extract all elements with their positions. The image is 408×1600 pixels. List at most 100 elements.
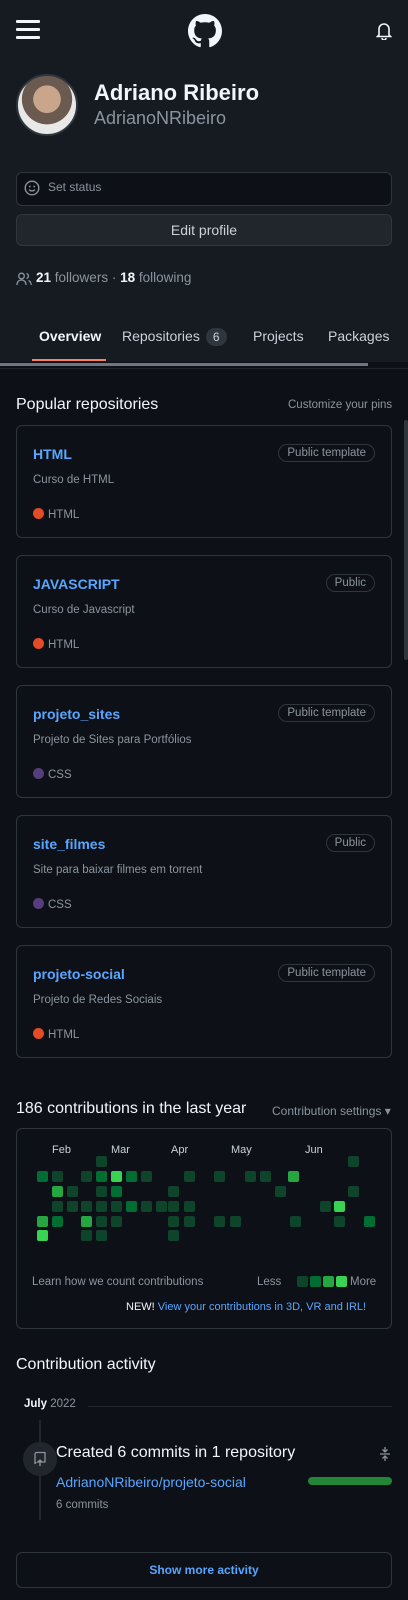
contribution-day-cell[interactable] (96, 1186, 107, 1197)
contribution-day-cell[interactable] (37, 1171, 48, 1182)
legend-level-4 (336, 1276, 347, 1287)
tab-repositories[interactable]: Repositories 6 (122, 328, 227, 346)
repo-name-link[interactable]: HTML (33, 446, 72, 462)
contribution-day-cell[interactable] (96, 1216, 107, 1227)
contribution-day-cell[interactable] (67, 1201, 78, 1212)
legend-level-2 (310, 1276, 321, 1287)
following-count[interactable]: 18 (120, 270, 135, 285)
contribution-day-cell[interactable] (81, 1230, 92, 1241)
hamburger-icon[interactable] (16, 20, 40, 40)
contribution-day-cell[interactable] (334, 1216, 345, 1227)
contribution-day-cell[interactable] (288, 1171, 299, 1182)
contribution-day-cell[interactable] (168, 1186, 179, 1197)
followers-label[interactable]: followers (55, 270, 108, 285)
contribution-day-cell[interactable] (141, 1171, 152, 1182)
following-label[interactable]: following (139, 270, 192, 285)
show-more-activity-button[interactable]: Show more activity (16, 1552, 392, 1588)
repo-language: CSS (33, 898, 72, 911)
language-color-dot (33, 1028, 44, 1039)
popular-repos-title: Popular repositories (16, 396, 159, 413)
tab-packages[interactable]: Packages (328, 328, 389, 344)
edit-profile-button[interactable]: Edit profile (16, 214, 392, 246)
contribution-day-cell[interactable] (126, 1201, 137, 1212)
contribution-day-cell[interactable] (230, 1216, 241, 1227)
contribution-day-cell[interactable] (111, 1186, 122, 1197)
contribution-day-cell[interactable] (52, 1216, 63, 1227)
contribution-day-cell[interactable] (111, 1171, 122, 1182)
page-scrollbar[interactable] (404, 420, 408, 660)
contribution-day-cell[interactable] (260, 1171, 271, 1182)
followers-following[interactable]: 21 followers · 18 following (36, 270, 191, 285)
commit-repo-link[interactable]: AdrianoNRibeiro/projeto-social (56, 1474, 246, 1490)
repo-name-link[interactable]: JAVASCRIPT (33, 576, 120, 592)
legend-more-label: More (350, 1276, 377, 1288)
tab-active-indicator (32, 359, 106, 361)
contribution-day-cell[interactable] (168, 1201, 179, 1212)
contribution-day-cell[interactable] (37, 1230, 48, 1241)
contribution-day-cell[interactable] (348, 1186, 359, 1197)
learn-contributions-link[interactable]: Learn how we count contributions (32, 1276, 203, 1288)
contribution-day-cell[interactable] (96, 1230, 107, 1241)
legend-less-label: Less (257, 1276, 282, 1288)
contribution-day-cell[interactable] (37, 1216, 48, 1227)
repo-name-link[interactable]: projeto-social (33, 966, 125, 982)
repo-language: HTML (33, 1028, 79, 1041)
contribution-day-cell[interactable] (96, 1201, 107, 1212)
contribution-settings-dropdown[interactable]: Contribution settings ▾ (272, 1104, 391, 1118)
repo-language: HTML (33, 638, 79, 651)
contribution-day-cell[interactable] (111, 1201, 122, 1212)
followers-count[interactable]: 21 (36, 270, 51, 285)
tabs-scrollbar[interactable] (0, 363, 368, 366)
contribution-day-cell[interactable] (52, 1201, 63, 1212)
tabs-divider (0, 368, 408, 369)
avatar[interactable] (16, 74, 78, 136)
visibility-badge: Public template (278, 444, 375, 462)
contribution-day-cell[interactable] (290, 1216, 301, 1227)
contribution-day-cell[interactable] (348, 1156, 359, 1167)
github-logo-icon[interactable] (188, 14, 222, 48)
contribution-day-cell[interactable] (141, 1201, 152, 1212)
contribution-day-cell[interactable] (275, 1186, 286, 1197)
contribution-day-cell[interactable] (52, 1171, 63, 1182)
profile-name: Adriano Ribeiro (94, 80, 260, 105)
repo-push-icon (34, 1451, 46, 1466)
unfold-icon[interactable] (378, 1446, 392, 1462)
contribution-day-cell[interactable] (320, 1201, 331, 1212)
contribution-day-cell[interactable] (168, 1230, 179, 1241)
tab-repositories-label: Repositories (122, 328, 200, 344)
contribution-day-cell[interactable] (184, 1216, 195, 1227)
language-color-dot (33, 768, 44, 779)
contribution-day-cell[interactable] (111, 1216, 122, 1227)
contribution-day-cell[interactable] (245, 1171, 256, 1182)
contribution-day-cell[interactable] (184, 1171, 195, 1182)
contribution-day-cell[interactable] (364, 1216, 375, 1227)
contributions-title: 186 contributions in the last year (16, 1100, 247, 1117)
contribution-day-cell[interactable] (214, 1171, 225, 1182)
repo-name-link[interactable]: site_filmes (33, 836, 105, 852)
set-status-label: Set status (48, 180, 102, 194)
contribution-day-cell[interactable] (67, 1186, 78, 1197)
commit-icon-container (23, 1442, 57, 1476)
contribution-day-cell[interactable] (96, 1156, 107, 1167)
contribution-day-cell[interactable] (184, 1201, 195, 1212)
tab-overview[interactable]: Overview (39, 328, 101, 344)
contribution-day-cell[interactable] (168, 1216, 179, 1227)
view-3d-link[interactable]: View your contributions in 3D, VR and IR… (158, 1301, 366, 1313)
visibility-badge: Public (325, 834, 375, 852)
language-color-dot (33, 638, 44, 649)
customize-pins-link[interactable]: Customize your pins (288, 399, 392, 411)
contribution-day-cell[interactable] (334, 1201, 345, 1212)
contribution-day-cell[interactable] (81, 1171, 92, 1182)
contribution-day-cell[interactable] (81, 1201, 92, 1212)
contribution-day-cell[interactable] (156, 1201, 167, 1212)
repo-name-link[interactable]: projeto_sites (33, 706, 120, 722)
contribution-day-cell[interactable] (96, 1171, 107, 1182)
contribution-day-cell[interactable] (126, 1171, 137, 1182)
bell-icon[interactable] (376, 22, 392, 40)
new-3d-banner: NEW! View your contributions in 3D, VR a… (126, 1301, 366, 1313)
contribution-day-cell[interactable] (52, 1186, 63, 1197)
tab-projects[interactable]: Projects (253, 328, 304, 344)
contribution-day-cell[interactable] (214, 1216, 225, 1227)
contribution-day-cell[interactable] (81, 1216, 92, 1227)
commit-summary: Created 6 commits in 1 repository (56, 1444, 296, 1461)
